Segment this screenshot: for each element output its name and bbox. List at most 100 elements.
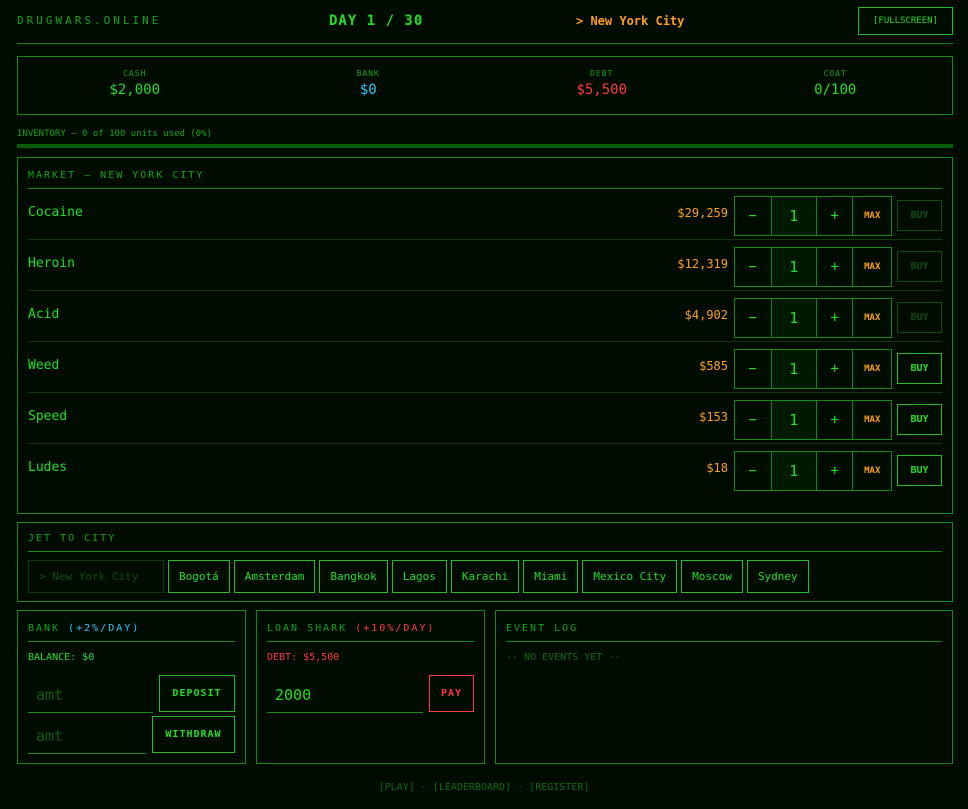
play-link[interactable]: [PLAY] xyxy=(379,782,415,793)
drug-name: Heroin xyxy=(28,256,75,271)
city-button[interactable]: Amsterdam xyxy=(233,560,316,593)
debt-stat: DEBT $5,500 xyxy=(485,57,719,114)
pay-button[interactable]: PAY xyxy=(429,675,474,712)
increment-button[interactable]: + xyxy=(817,197,854,235)
quantity-stepper: − 1 + MAX xyxy=(734,298,892,338)
quantity-value[interactable]: 1 xyxy=(771,350,817,388)
footer-separator: · xyxy=(517,782,524,793)
max-button[interactable]: MAX xyxy=(853,401,891,439)
city-button[interactable]: Sydney xyxy=(746,560,809,593)
market-row: Heroin $12,319 − 1 + MAX BUY xyxy=(28,240,942,291)
current-location: > New York City xyxy=(576,14,685,28)
increment-button[interactable]: + xyxy=(817,299,854,337)
city-button[interactable]: Moscow xyxy=(681,560,743,593)
bank-balance: BALANCE: $0 xyxy=(28,652,95,663)
loan-debt: DEBT: $5,500 xyxy=(267,652,340,663)
city-current-button: > New York City xyxy=(28,560,164,593)
buy-button[interactable]: BUY xyxy=(897,455,942,486)
drug-price: $29,259 xyxy=(677,206,728,220)
bank-value: $0 xyxy=(359,82,377,98)
increment-button[interactable]: + xyxy=(817,248,854,286)
buy-button[interactable]: BUY xyxy=(897,200,942,231)
deposit-amount-input[interactable] xyxy=(28,677,153,713)
withdraw-amount-input[interactable] xyxy=(28,718,146,754)
loan-rate: (+10%/DAY) xyxy=(355,623,436,634)
brand-logo: DRUGWARS.ONLINE xyxy=(17,14,162,27)
city-button[interactable]: Mexico City xyxy=(582,560,678,593)
coat-label: COAT xyxy=(823,69,847,78)
drug-name: Speed xyxy=(28,409,68,424)
buy-button[interactable]: BUY xyxy=(897,302,942,333)
decrement-button[interactable]: − xyxy=(735,350,772,388)
withdraw-button[interactable]: WITHDRAW xyxy=(152,716,235,753)
quantity-value[interactable]: 1 xyxy=(771,197,817,235)
inventory-label: INVENTORY — 0 of 100 units used (0%) xyxy=(17,129,213,139)
market-row: Ludes $18 − 1 + MAX BUY xyxy=(28,444,942,495)
quantity-value[interactable]: 1 xyxy=(771,452,817,490)
drug-price: $585 xyxy=(699,359,728,373)
max-button[interactable]: MAX xyxy=(853,452,891,490)
max-button[interactable]: MAX xyxy=(853,299,891,337)
drug-price: $18 xyxy=(706,461,728,475)
city-button[interactable]: Bangkok xyxy=(319,560,388,593)
bank-stat: BANK $0 xyxy=(252,57,486,114)
quantity-value[interactable]: 1 xyxy=(771,299,817,337)
city-button[interactable]: Karachi xyxy=(450,560,520,593)
quantity-stepper: − 1 + MAX xyxy=(734,349,892,389)
deposit-button[interactable]: DEPOSIT xyxy=(159,675,235,712)
drug-name: Ludes xyxy=(28,460,68,475)
market-panel: MARKET — NEW YORK CITY Cocaine $29,259 −… xyxy=(17,157,953,514)
buy-button[interactable]: BUY xyxy=(897,353,942,384)
top-bar: DRUGWARS.ONLINE DAY 1 / 30 > New York Ci… xyxy=(17,0,953,44)
quantity-value[interactable]: 1 xyxy=(771,248,817,286)
drug-name: Weed xyxy=(28,358,60,373)
debt-label: DEBT xyxy=(590,69,614,78)
bank-title: BANK (+2%/DAY) xyxy=(28,623,235,642)
footer-separator: · xyxy=(420,782,427,793)
market-list: Cocaine $29,259 − 1 + MAX BUY Heroin $12… xyxy=(28,189,942,495)
register-link[interactable]: [REGISTER] xyxy=(529,782,589,793)
max-button[interactable]: MAX xyxy=(853,350,891,388)
quantity-stepper: − 1 + MAX xyxy=(734,247,892,287)
increment-button[interactable]: + xyxy=(817,350,854,388)
event-log-title: EVENT LOG xyxy=(506,623,942,642)
city-list: > New York City Bogotá Amsterdam Bangkok La… xyxy=(28,560,942,593)
city-button[interactable]: Miami xyxy=(523,560,579,593)
drug-price: $4,902 xyxy=(684,308,728,322)
drug-price: $153 xyxy=(699,410,728,424)
quantity-value[interactable]: 1 xyxy=(771,401,817,439)
jet-title: JET TO CITY xyxy=(28,533,942,552)
quantity-stepper: − 1 + MAX xyxy=(734,451,892,491)
decrement-button[interactable]: − xyxy=(735,197,772,235)
decrement-button[interactable]: − xyxy=(735,401,772,439)
decrement-button[interactable]: − xyxy=(735,299,772,337)
event-log-panel: EVENT LOG -- NO EVENTS YET -- xyxy=(495,610,953,764)
fullscreen-button[interactable]: [FULLSCREEN] xyxy=(858,7,953,35)
loan-shark-panel: LOAN SHARK (+10%/DAY) DEBT: $5,500 PAY xyxy=(256,610,485,764)
jet-panel: JET TO CITY > New York City Bogotá Amster… xyxy=(17,522,953,602)
buy-button[interactable]: BUY xyxy=(897,404,942,435)
max-button[interactable]: MAX xyxy=(853,197,891,235)
cash-label: CASH xyxy=(123,69,147,78)
cash-stat: CASH $2,000 xyxy=(18,57,252,114)
increment-button[interactable]: + xyxy=(817,401,854,439)
leaderboard-link[interactable]: [LEADERBOARD] xyxy=(433,782,511,793)
city-button[interactable]: Bogotá xyxy=(168,560,230,593)
quantity-stepper: − 1 + MAX xyxy=(734,400,892,440)
market-title: MARKET — NEW YORK CITY xyxy=(28,170,942,189)
pay-amount-input[interactable] xyxy=(267,677,423,713)
bank-rate: (+2%/DAY) xyxy=(68,623,141,634)
drug-name: Cocaine xyxy=(28,205,83,220)
buy-button[interactable]: BUY xyxy=(897,251,942,282)
decrement-button[interactable]: − xyxy=(735,452,772,490)
day-counter: DAY 1 / 30 xyxy=(329,13,424,29)
decrement-button[interactable]: − xyxy=(735,248,772,286)
bank-label: BANK xyxy=(356,69,380,78)
increment-button[interactable]: + xyxy=(817,452,854,490)
cash-value: $2,000 xyxy=(109,82,161,98)
city-button[interactable]: Lagos xyxy=(391,560,447,593)
debt-value: $5,500 xyxy=(576,82,628,98)
loan-title-text: LOAN SHARK xyxy=(267,623,348,634)
bank-title-text: BANK xyxy=(28,623,61,634)
max-button[interactable]: MAX xyxy=(853,248,891,286)
